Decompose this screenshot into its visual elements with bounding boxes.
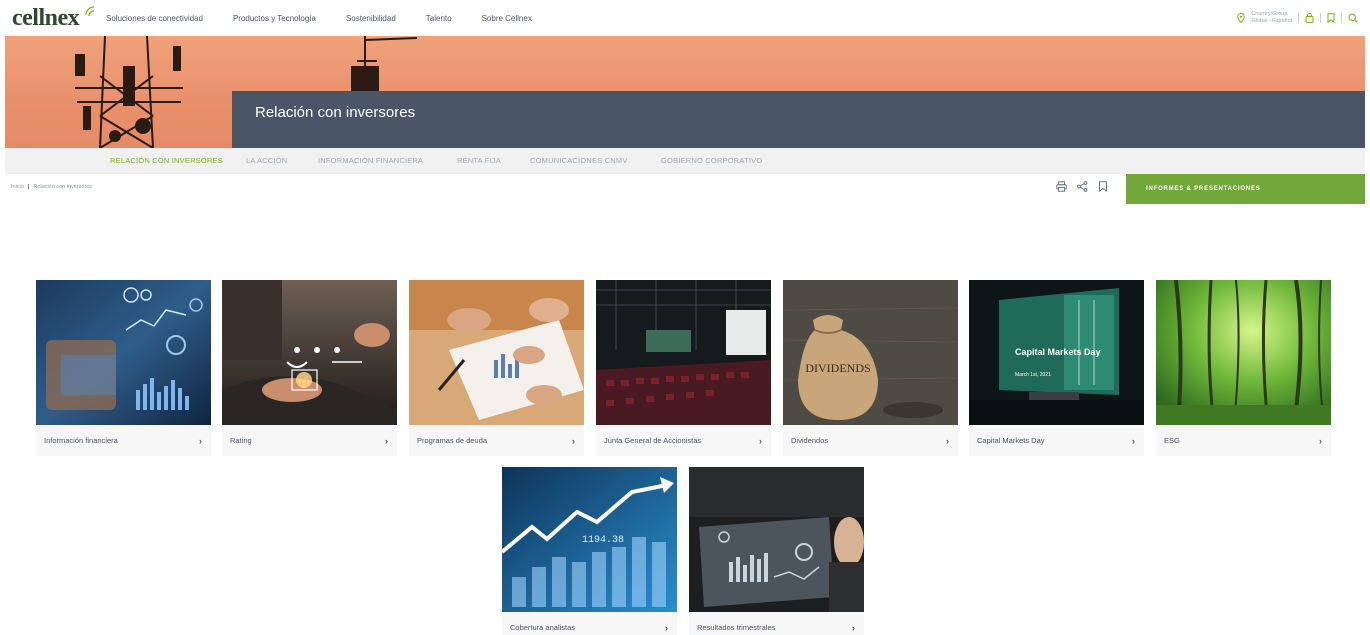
card-label: ESG [1164, 436, 1180, 445]
breadcrumb-home[interactable]: Inicio [11, 184, 24, 190]
main-nav: Soluciones de conectividad Productos y T… [106, 0, 562, 36]
breadcrumb-separator: | [27, 184, 30, 190]
card-image [222, 280, 397, 425]
card-cobertura-analistas[interactable]: 1194.38 Cobertura analistas › [502, 467, 677, 635]
card-caption: Información financiera › [36, 425, 211, 456]
card-caption: Dividendos › [783, 425, 958, 456]
location-value: Global - Español [1251, 18, 1292, 24]
breadcrumb-current: Relación con inversores [33, 184, 93, 190]
chevron-right-icon: › [852, 622, 855, 633]
card-image [409, 280, 584, 425]
card-dividendos[interactable]: DIVIDENDS Dividendos › [783, 280, 958, 456]
chevron-right-icon: › [946, 435, 949, 446]
nav-item-sobre-cellnex[interactable]: Sobre Cellnex [482, 14, 532, 23]
card-caption: Capital Markets Day › [969, 425, 1144, 456]
card-label: Programas de deuda [417, 436, 488, 445]
divider [1320, 13, 1321, 23]
chevron-right-icon: › [199, 435, 202, 446]
top-navigation: cellnex Soluciones de conectividad Produ… [0, 0, 1370, 36]
card-caption: ESG › [1156, 425, 1331, 456]
subnav-item-gobierno[interactable]: GOBIERNO CORPORATIVO [661, 156, 762, 165]
divider [1341, 13, 1342, 23]
card-informacion-financiera[interactable]: Información financiera › [36, 280, 211, 456]
card-label: Resultados trimestrales [697, 623, 776, 632]
card-label: Junta General de Accionistas [604, 436, 702, 445]
chevron-right-icon: › [665, 622, 668, 633]
card-image: 1194.38 [502, 467, 677, 612]
card-junta-general[interactable]: Junta General de Accionistas › [596, 280, 771, 456]
card-label: Cobertura analistas [510, 623, 576, 632]
section-subnav: RELACIÓN CON INVERSORES LA ACCIÓN INFORM… [5, 148, 1365, 174]
card-image [36, 280, 211, 425]
card-image: Capital Markets Day March 1st, 2021 [969, 280, 1144, 425]
location-label: Country/Group [1251, 11, 1288, 17]
hero-banner [5, 36, 1365, 148]
user-icon[interactable] [1305, 13, 1314, 23]
card-image [689, 467, 864, 612]
card-caption: Junta General de Accionistas › [596, 425, 771, 456]
chevron-right-icon: › [759, 435, 762, 446]
card-caption: Rating › [222, 425, 397, 456]
subnav-item-accion[interactable]: LA ACCIÓN [246, 156, 287, 165]
card-image [1156, 280, 1331, 425]
card-label: Dividendos [791, 436, 829, 445]
subnav-item-renta-fija[interactable]: RENTA FIJA [457, 156, 501, 165]
share-icon[interactable] [1077, 181, 1088, 192]
breadcrumb: Inicio | Relación con inversores [11, 184, 92, 190]
subnav-item-relacion[interactable]: RELACIÓN CON INVERSORES [110, 156, 223, 165]
location-pin-icon[interactable] [1237, 13, 1246, 23]
chevron-right-icon: › [572, 435, 575, 446]
card-esg[interactable]: ESG › [1156, 280, 1331, 456]
card-capital-markets-day[interactable]: Capital Markets Day March 1st, 2021 Capi… [969, 280, 1144, 456]
nav-item-sostenibilidad[interactable]: Sostenibilidad [346, 14, 396, 23]
card-rating[interactable]: Rating › [222, 280, 397, 456]
card-image [596, 280, 771, 425]
card-image: DIVIDENDS [783, 280, 958, 425]
save-bookmark-icon[interactable] [1098, 181, 1108, 192]
cmd-screen-date: March 1st, 2021 [1015, 372, 1051, 378]
stock-ticker-text: 1194.38 [582, 535, 624, 546]
card-resultados-trimestrales[interactable]: Resultados trimestrales › [689, 467, 864, 635]
card-caption: Resultados trimestrales › [689, 612, 864, 635]
card-label: Rating [230, 436, 252, 445]
card-caption: Programas de deuda › [409, 425, 584, 456]
card-label: Capital Markets Day [977, 436, 1045, 445]
search-icon[interactable] [1348, 13, 1358, 23]
informes-presentaciones-button[interactable]: INFORMES & PRESENTACIONES [1126, 174, 1365, 204]
location-selector[interactable]: Country/Group Global - Español [1251, 11, 1292, 25]
page-tools [1056, 181, 1108, 192]
subnav-item-cnmv[interactable]: COMUNICACIONES CNMV [530, 156, 628, 165]
subnav-item-informacion-financiera[interactable]: INFORMACIÓN FINANCIERA [318, 156, 423, 165]
dividends-bag-text: DIVIDENDS [805, 361, 870, 375]
cmd-screen-text: Capital Markets Day [1015, 347, 1101, 357]
logo-signal-icon [85, 6, 95, 17]
logo-text: cellnex [12, 5, 80, 31]
chevron-right-icon: › [1319, 435, 1322, 446]
bookmark-icon[interactable] [1327, 13, 1335, 23]
nav-item-productos[interactable]: Productos y Tecnología [233, 14, 316, 23]
card-caption: Cobertura analistas › [502, 612, 677, 635]
card-programas-deuda[interactable]: Programas de deuda › [409, 280, 584, 456]
print-icon[interactable] [1056, 181, 1067, 192]
divider [1298, 13, 1299, 23]
page-title: Relación con inversores [255, 104, 416, 121]
utility-bar: Country/Group Global - Español [1237, 11, 1358, 25]
nav-item-talento[interactable]: Talento [426, 14, 452, 23]
cellnex-logo[interactable]: cellnex [12, 5, 80, 32]
card-label: Información financiera [44, 436, 118, 445]
chevron-right-icon: › [385, 435, 388, 446]
chevron-right-icon: › [1132, 435, 1135, 446]
nav-item-soluciones[interactable]: Soluciones de conectividad [106, 14, 203, 23]
